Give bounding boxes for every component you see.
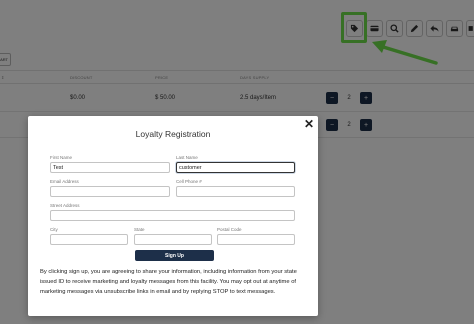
last-name-label: Last Name	[176, 155, 198, 160]
city-field[interactable]	[50, 234, 128, 245]
last-name-field[interactable]	[176, 162, 295, 173]
loyalty-registration-modal: ✕ Loyalty Registration First Name Last N…	[28, 116, 318, 316]
phone-label: Cell Phone #	[176, 179, 202, 184]
postal-code-label: Postal Code	[217, 227, 242, 232]
postal-code-field[interactable]	[217, 234, 295, 245]
street-address-label: Street Address	[50, 203, 80, 208]
state-label: State	[134, 227, 145, 232]
street-address-field[interactable]	[50, 210, 295, 221]
city-label: City	[50, 227, 58, 232]
state-field[interactable]	[134, 234, 212, 245]
modal-title: Loyalty Registration	[135, 129, 211, 139]
sign-up-button[interactable]: Sign Up	[135, 250, 214, 261]
first-name-label: First Name	[50, 155, 73, 160]
email-field[interactable]	[50, 186, 170, 197]
consent-text: By clicking sign up, you are agreeing to…	[40, 269, 297, 295]
phone-field[interactable]	[176, 186, 295, 197]
email-label: Email Address	[50, 179, 79, 184]
first-name-field[interactable]	[50, 162, 170, 173]
